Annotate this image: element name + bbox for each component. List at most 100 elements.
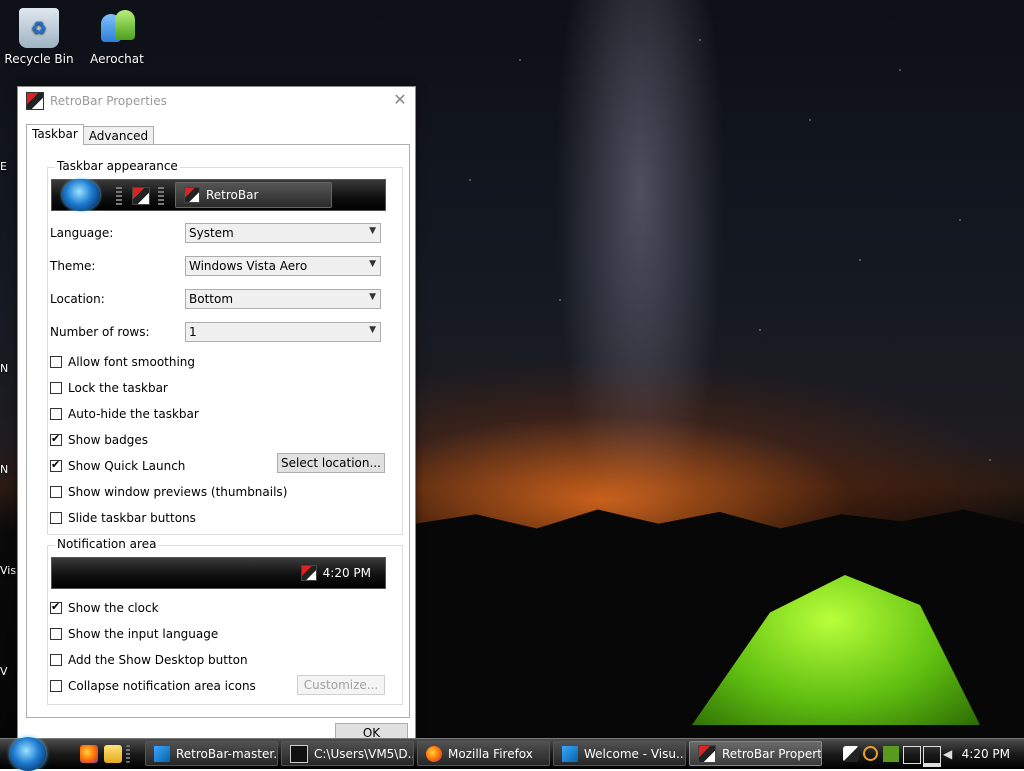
7zip-icon	[290, 744, 308, 763]
taskbar-button-retrobar-master[interactable]: RetroBar-master...	[145, 741, 278, 766]
taskbar-clock[interactable]: 4:20 PM	[962, 747, 1010, 761]
theme-value: Windows Vista Aero	[189, 259, 308, 273]
desktop-icon-recycle-bin[interactable]: Recycle Bin	[4, 8, 74, 66]
theme-select[interactable]: Windows Vista Aero ▼	[185, 256, 381, 276]
chevron-down-icon: ▼	[369, 226, 376, 236]
nvidia-icon[interactable]	[883, 746, 899, 762]
tab-taskbar[interactable]: Taskbar	[26, 124, 84, 145]
taskbar-preview: RetroBar	[51, 179, 386, 211]
checkbox-box	[50, 408, 62, 420]
desktop-icon-aerochat[interactable]: Aerochat	[82, 8, 152, 66]
chevron-down-icon: ▼	[369, 325, 376, 335]
select-location-button[interactable]: Select location...	[277, 453, 385, 473]
desktop-icon-label: Aerochat	[90, 52, 144, 66]
preview-task-button: RetroBar	[175, 182, 332, 208]
retrobar-icon	[132, 187, 150, 205]
checkbox-label: Slide taskbar buttons	[68, 511, 196, 525]
taskbar-button-retrobar-properties[interactable]: RetroBar Propert...	[689, 741, 822, 766]
group-title: Taskbar appearance	[55, 159, 180, 173]
group-title: Notification area	[55, 537, 159, 551]
checkbox-box	[50, 356, 62, 368]
language-label: Language:	[50, 226, 114, 240]
search-icon[interactable]	[863, 746, 878, 761]
checkbox-box	[50, 512, 62, 524]
grip-handle	[158, 187, 164, 205]
checkbox-show-desktop[interactable]: Add the Show Desktop button	[50, 651, 248, 669]
checkbox-label: Show the input language	[68, 627, 219, 641]
tab-advanced[interactable]: Advanced	[82, 126, 155, 145]
preview-task-label: RetroBar	[206, 188, 259, 202]
checkbox-box-checked	[50, 600, 62, 614]
folder-icon[interactable]	[104, 745, 122, 763]
checkbox-box-checked	[50, 458, 62, 472]
taskbar-button-label: Mozilla Firefox	[448, 746, 533, 761]
language-select[interactable]: System ▼	[185, 223, 381, 243]
firefox-icon	[426, 745, 442, 762]
grip-handle	[116, 187, 122, 205]
checkbox-show-clock[interactable]: Show the clock	[50, 599, 159, 617]
checkbox-show-badges[interactable]: Show badges	[50, 431, 148, 449]
close-button[interactable]: ✕	[389, 89, 411, 111]
firefox-icon[interactable]	[80, 745, 98, 763]
retrobar-icon	[26, 92, 44, 110]
desktop-icon-label-fragment: E	[0, 160, 7, 173]
shield-icon[interactable]	[843, 746, 859, 762]
chevron-down-icon: ▼	[369, 292, 376, 302]
checkbox-slide-buttons[interactable]: Slide taskbar buttons	[50, 509, 196, 527]
vscode-icon	[562, 745, 578, 762]
volume-muted-icon[interactable]: ◀	[943, 746, 959, 762]
aerochat-icon	[97, 8, 137, 48]
location-select[interactable]: Bottom ▼	[185, 289, 381, 309]
rows-value: 1	[189, 325, 197, 339]
dialog-titlebar[interactable]: RetroBar Properties	[18, 87, 415, 115]
checkbox-collapse-icons[interactable]: Collapse notification area icons	[50, 677, 256, 695]
retrobar-icon	[698, 744, 716, 763]
taskbar-button-label: Welcome - Visu...	[584, 746, 686, 761]
close-icon: ✕	[393, 90, 407, 109]
checkbox-box	[50, 680, 62, 692]
desktop-icon-label-fragment: Vis	[0, 564, 17, 577]
taskbar-button-label: RetroBar-master...	[176, 746, 278, 761]
taskbar-button-label: RetroBar Propert...	[722, 746, 822, 761]
vscode-icon	[154, 745, 170, 762]
tab-strip: Taskbar Advanced	[26, 124, 155, 145]
customize-button[interactable]: Customize...	[297, 675, 385, 695]
checkbox-label: Show badges	[68, 433, 149, 447]
language-value: System	[189, 226, 234, 240]
retrobar-icon	[301, 565, 317, 581]
preview-clock: 4:20 PM	[322, 566, 371, 580]
checkbox-box	[50, 382, 62, 394]
checkbox-auto-hide[interactable]: Auto-hide the taskbar	[50, 405, 199, 423]
checkbox-label: Collapse notification area icons	[68, 679, 256, 693]
grip-handle[interactable]	[126, 745, 130, 763]
checkbox-font-smoothing[interactable]: Allow font smoothing	[50, 353, 195, 371]
checkbox-window-previews[interactable]: Show window previews (thumbnails)	[50, 483, 287, 501]
dialog-title: RetroBar Properties	[50, 94, 167, 108]
recycle-bin-icon	[19, 8, 59, 48]
start-button[interactable]	[10, 737, 46, 771]
network-icon[interactable]	[923, 746, 941, 767]
notification-area-preview: 4:20 PM	[51, 557, 386, 589]
checkbox-box	[50, 654, 62, 666]
checkbox-label: Auto-hide the taskbar	[68, 407, 199, 421]
checkbox-label: Show Quick Launch	[68, 459, 186, 473]
chevron-down-icon: ▼	[369, 259, 376, 269]
checkbox-show-quick-launch[interactable]: Show Quick Launch	[50, 457, 185, 475]
taskbar-button-firefox[interactable]: Mozilla Firefox	[417, 741, 550, 766]
checkbox-input-language[interactable]: Show the input language	[50, 625, 218, 643]
checkbox-label: Allow font smoothing	[68, 355, 196, 369]
location-value: Bottom	[189, 292, 234, 306]
desktop-icon-label: Recycle Bin	[4, 52, 74, 66]
safely-remove-icon[interactable]	[903, 746, 921, 764]
retrobar-icon	[184, 187, 200, 203]
start-orb-icon	[62, 179, 100, 211]
taskbar-button-explorer[interactable]: C:\Users\VM5\D...	[281, 741, 414, 766]
retrobar-properties-dialog: RetroBar Properties ✕ Taskbar Advanced T…	[17, 86, 416, 748]
rows-select[interactable]: 1 ▼	[185, 322, 381, 342]
checkbox-label: Add the Show Desktop button	[68, 653, 248, 667]
desktop-icon-label-fragment: V	[0, 665, 8, 678]
tab-panel-taskbar: Taskbar appearance RetroBar Language: Sy…	[26, 144, 410, 718]
checkbox-lock-taskbar[interactable]: Lock the taskbar	[50, 379, 168, 397]
taskbar-button-vscode-welcome[interactable]: Welcome - Visu...	[553, 741, 686, 766]
theme-label: Theme:	[50, 259, 96, 273]
